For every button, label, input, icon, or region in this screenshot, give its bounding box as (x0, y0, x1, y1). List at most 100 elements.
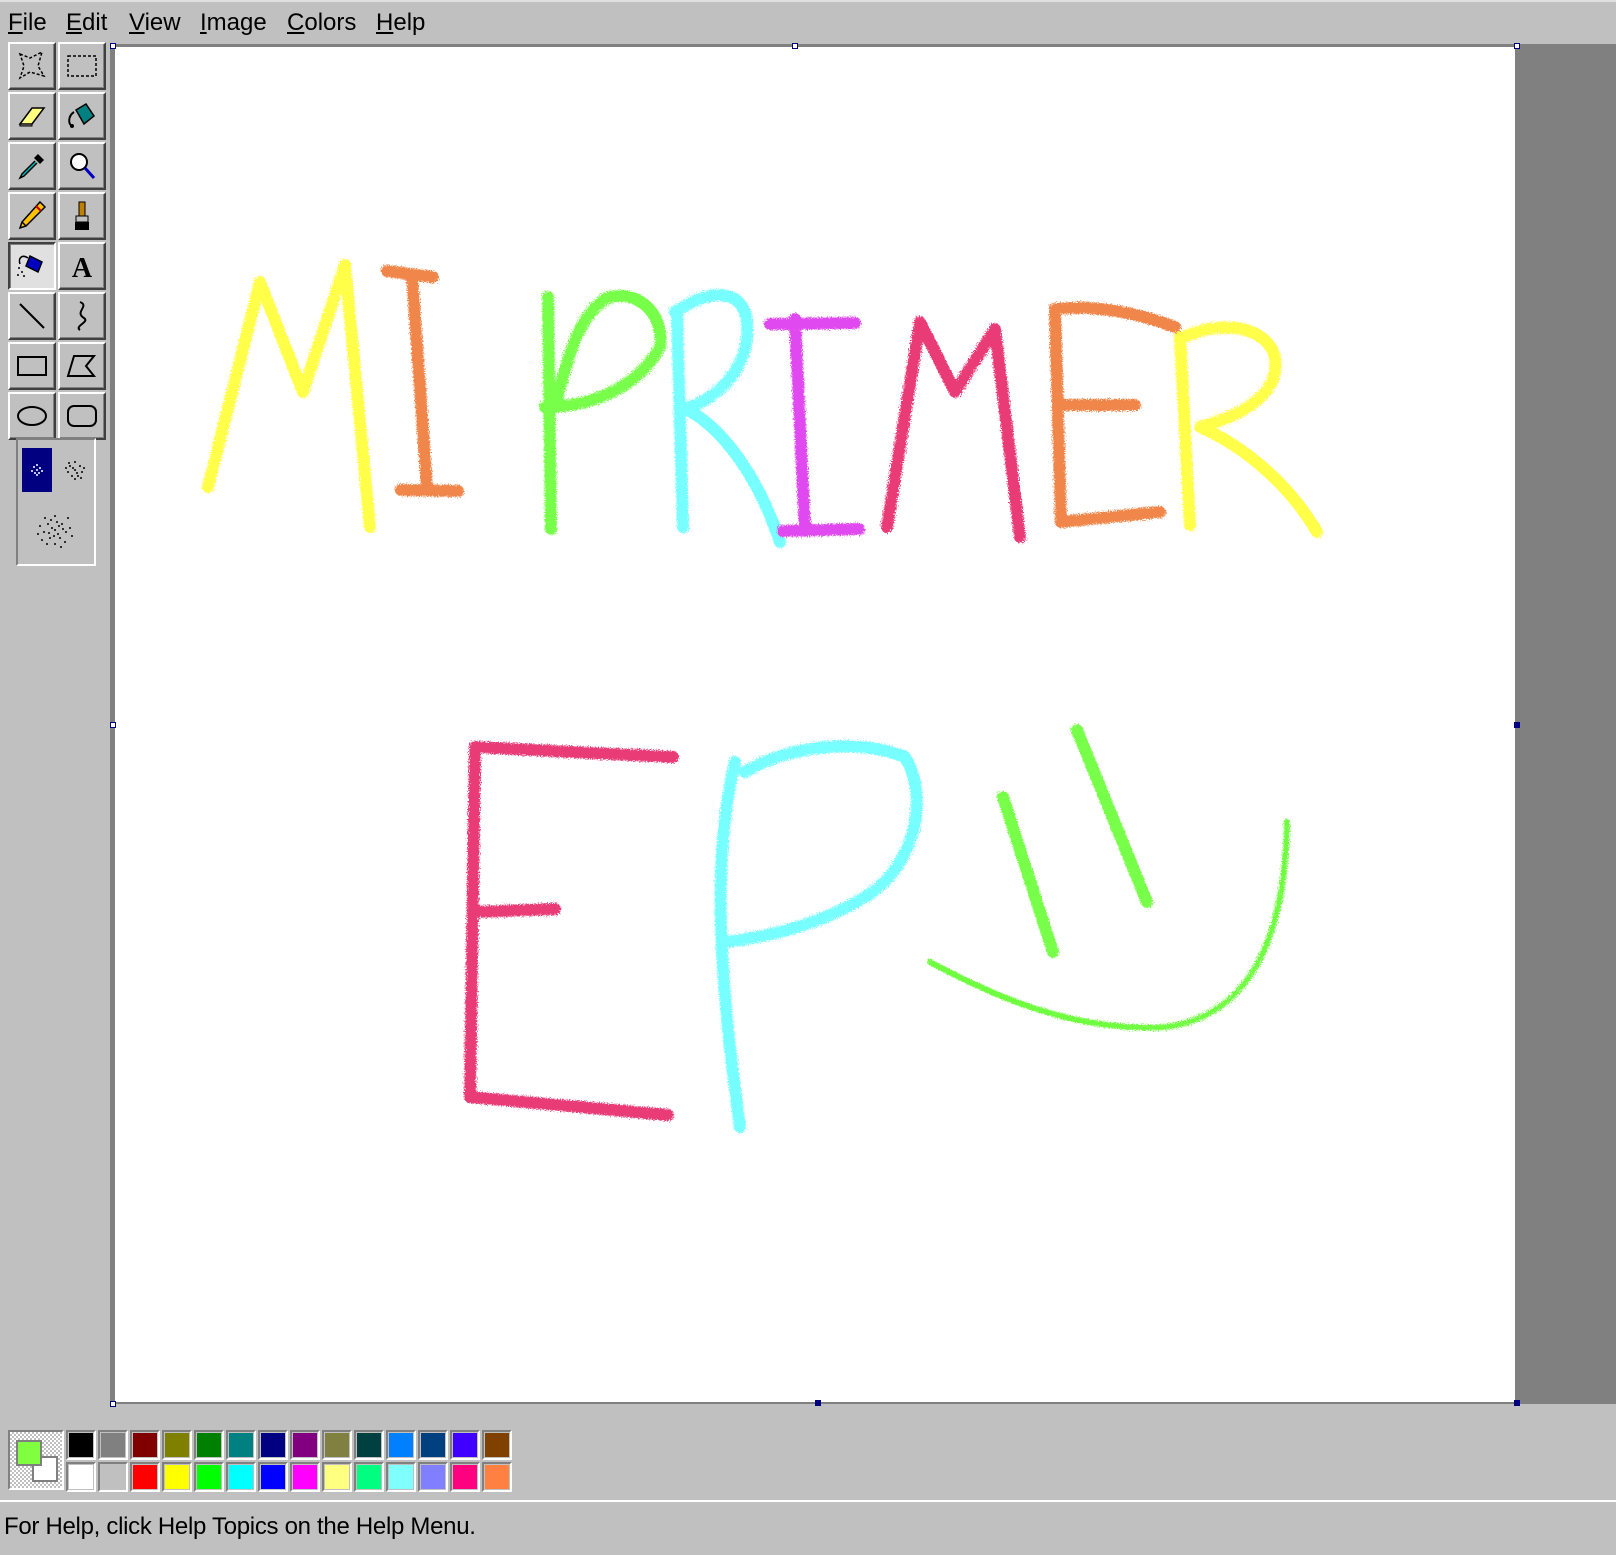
drawing-canvas[interactable] (115, 47, 1515, 1402)
spray-size-medium-option[interactable] (58, 448, 92, 492)
palette-color-fill (229, 1465, 253, 1489)
palette-color-swatch[interactable] (354, 1430, 384, 1460)
rectangle-icon (17, 356, 47, 376)
select-icon (67, 55, 97, 77)
airbrush-tool[interactable] (8, 242, 56, 290)
palette-color-fill (293, 1465, 317, 1489)
palette-color-swatch[interactable] (450, 1430, 480, 1460)
palette-color-fill (165, 1433, 189, 1457)
palette-color-swatch[interactable] (482, 1462, 512, 1492)
palette-color-fill (197, 1465, 221, 1489)
palette-color-fill (165, 1465, 189, 1489)
palette-color-swatch[interactable] (66, 1430, 96, 1460)
palette-color-swatch[interactable] (418, 1462, 448, 1492)
menu-help[interactable]: Help (376, 8, 425, 38)
brush-icon (75, 201, 89, 230)
letter-m-stroke (202, 259, 376, 533)
line-tool[interactable] (8, 292, 56, 340)
free-form-select-tool[interactable] (8, 42, 56, 90)
palette-color-swatch[interactable] (98, 1462, 128, 1492)
magnifier-icon (70, 153, 96, 180)
menu-file[interactable]: File (8, 8, 47, 38)
palette-color-fill (421, 1465, 445, 1489)
palette-color-swatch[interactable] (258, 1462, 288, 1492)
palette-color-swatch[interactable] (226, 1462, 256, 1492)
pick-color-tool[interactable] (8, 142, 56, 190)
letter-r-stroke (669, 289, 786, 548)
palette-color-swatch[interactable] (194, 1430, 224, 1460)
text-icon: A (72, 253, 93, 284)
resize-handle-bottom[interactable] (815, 1400, 821, 1406)
rectangle-tool[interactable] (8, 342, 56, 390)
palette-color-swatch[interactable] (322, 1430, 352, 1460)
resize-handle-top-right (1514, 43, 1520, 49)
palette-color-swatch[interactable] (162, 1462, 192, 1492)
palette-color-fill (133, 1465, 157, 1489)
pencil-tool[interactable] (8, 192, 56, 240)
palette-color-fill (133, 1433, 157, 1457)
letter-p1-stroke (539, 289, 667, 535)
palette-color-fill (101, 1433, 125, 1457)
resize-handle-left (110, 722, 116, 728)
select-tool[interactable] (58, 42, 106, 90)
rounded-rectangle-tool[interactable] (58, 392, 106, 440)
ellipse-icon (17, 406, 47, 426)
ellipse-tool[interactable] (8, 392, 56, 440)
curve-tool[interactable] (58, 292, 106, 340)
palette-color-fill (389, 1433, 413, 1457)
tool-box: A (4, 42, 108, 582)
palette-color-swatch[interactable] (354, 1462, 384, 1492)
spray-size-small-option[interactable] (22, 448, 52, 492)
menu-colors[interactable]: Colors (287, 8, 356, 38)
tool-options-box (16, 438, 96, 566)
letter-e-stroke (1049, 301, 1181, 528)
letter-r2-stroke (1174, 321, 1323, 538)
status-bar: For Help, click Help Topics on the Help … (0, 1500, 1616, 1555)
resize-handle-right[interactable] (1514, 722, 1520, 728)
magnifier-tool[interactable] (58, 142, 106, 190)
palette-color-swatch[interactable] (450, 1462, 480, 1492)
palette-color-swatch[interactable] (418, 1430, 448, 1460)
palette-color-swatch[interactable] (162, 1430, 192, 1460)
palette-color-fill (229, 1433, 253, 1457)
menu-edit[interactable]: Edit (66, 8, 107, 38)
letter-e-large-stroke (464, 741, 679, 1121)
resize-handle-bottom-right[interactable] (1514, 1400, 1520, 1406)
palette-color-swatch[interactable] (386, 1430, 416, 1460)
palette-color-fill (69, 1465, 93, 1489)
palette-color-swatch[interactable] (226, 1430, 256, 1460)
palette-color-fill (293, 1433, 317, 1457)
palette-color-swatch[interactable] (66, 1462, 96, 1492)
palette-color-swatch[interactable] (130, 1430, 160, 1460)
polygon-tool[interactable] (58, 342, 106, 390)
palette-color-swatch[interactable] (322, 1462, 352, 1492)
text-tool[interactable]: A (58, 242, 106, 290)
pencil-icon (18, 200, 47, 230)
palette-color-fill (261, 1465, 285, 1489)
palette-color-fill (357, 1465, 381, 1489)
brush-tool[interactable] (58, 192, 106, 240)
palette-color-fill (357, 1433, 381, 1457)
eraser-tool[interactable] (8, 92, 56, 140)
palette-color-swatch[interactable] (290, 1462, 320, 1492)
palette-color-swatch[interactable] (130, 1462, 160, 1492)
palette-color-swatch[interactable] (386, 1462, 416, 1492)
palette-color-fill (485, 1433, 509, 1457)
letter-i2-stroke (764, 313, 865, 537)
letter-p-large-stroke (714, 740, 923, 1133)
palette-color-swatch[interactable] (258, 1430, 288, 1460)
palette-color-swatch[interactable] (290, 1430, 320, 1460)
palette-color-swatch[interactable] (194, 1462, 224, 1492)
smiley-left-eye-stroke (997, 791, 1059, 958)
spray-size-large-option[interactable] (30, 502, 80, 558)
menu-view[interactable]: View (129, 8, 181, 38)
menu-image[interactable]: Image (200, 8, 267, 38)
fill-with-color-tool[interactable] (58, 92, 106, 140)
palette-color-swatch[interactable] (98, 1430, 128, 1460)
canvas-drawing (202, 259, 1323, 1133)
palette-color-fill (453, 1433, 477, 1457)
palette-color-fill (421, 1433, 445, 1457)
palette-color-swatch[interactable] (482, 1430, 512, 1460)
svg-text:A: A (72, 253, 93, 284)
smiley-mouth-stroke (927, 819, 1290, 1031)
